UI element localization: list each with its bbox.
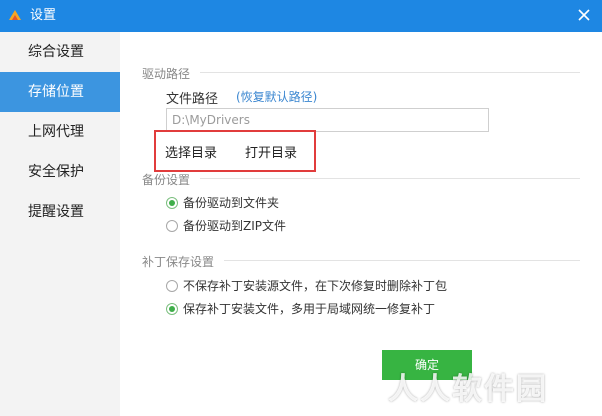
choose-directory-button[interactable]: 选择目录 [165, 142, 217, 161]
window-title: 设置 [30, 8, 57, 23]
sidebar-footer [0, 392, 120, 416]
file-path-label: 文件路径 [166, 92, 219, 107]
settings-panel: 驱动路径 文件路径 (恢复默认路径) 选择目录 打开目录 备份设置 备份驱动到文… [120, 32, 602, 416]
radio-label: 不保存补丁安装源文件，在下次修复时删除补丁包 [183, 279, 448, 293]
driver-path-input[interactable] [166, 108, 489, 132]
watermark: 人人软件园 [388, 372, 548, 407]
close-icon[interactable] [576, 7, 592, 23]
radio-unchecked-icon [166, 280, 178, 292]
radio-label: 备份驱动到ZIP文件 [183, 219, 286, 233]
sidebar: 综合设置 存储位置 上网代理 安全保护 提醒设置 [0, 32, 120, 392]
driver-path-section-title: 驱动路径 [142, 67, 191, 81]
restore-default-path-link[interactable]: (恢复默认路径) [236, 88, 317, 105]
radio-label: 保存补丁安装文件，多用于局域网统一修复补丁 [183, 302, 436, 316]
sidebar-item-label: 提醒设置 [28, 204, 84, 220]
patch-section-title: 补丁保存设置 [142, 255, 215, 269]
patch-delete-radio[interactable]: 不保存补丁安装源文件，在下次修复时删除补丁包 [166, 278, 506, 294]
sidebar-item-proxy[interactable]: 上网代理 [0, 112, 120, 152]
sidebar-item-label: 安全保护 [28, 164, 84, 180]
sidebar-item-reminder[interactable]: 提醒设置 [0, 192, 120, 232]
radio-unchecked-icon [166, 220, 178, 232]
radio-checked-icon [166, 197, 178, 209]
section-divider [224, 260, 580, 261]
backup-to-zip-radio[interactable]: 备份驱动到ZIP文件 [166, 218, 366, 234]
radio-label: 备份驱动到文件夹 [183, 196, 280, 210]
section-divider [200, 72, 580, 73]
section-divider [200, 178, 580, 179]
sidebar-item-general[interactable]: 综合设置 [0, 32, 120, 72]
title-bar: 设置 [0, 0, 602, 32]
app-logo-icon [9, 10, 21, 20]
open-directory-button[interactable]: 打开目录 [245, 142, 297, 161]
backup-to-folder-radio[interactable]: 备份驱动到文件夹 [166, 195, 366, 211]
patch-keep-radio[interactable]: 保存补丁安装文件，多用于局域网统一修复补丁 [166, 301, 506, 317]
sidebar-item-label: 综合设置 [28, 44, 84, 60]
radio-checked-icon [166, 303, 178, 315]
sidebar-item-storage[interactable]: 存储位置 [0, 72, 120, 112]
sidebar-item-security[interactable]: 安全保护 [0, 152, 120, 192]
sidebar-item-label: 上网代理 [28, 124, 84, 140]
sidebar-item-label: 存储位置 [28, 84, 84, 100]
backup-section-title: 备份设置 [142, 173, 191, 187]
